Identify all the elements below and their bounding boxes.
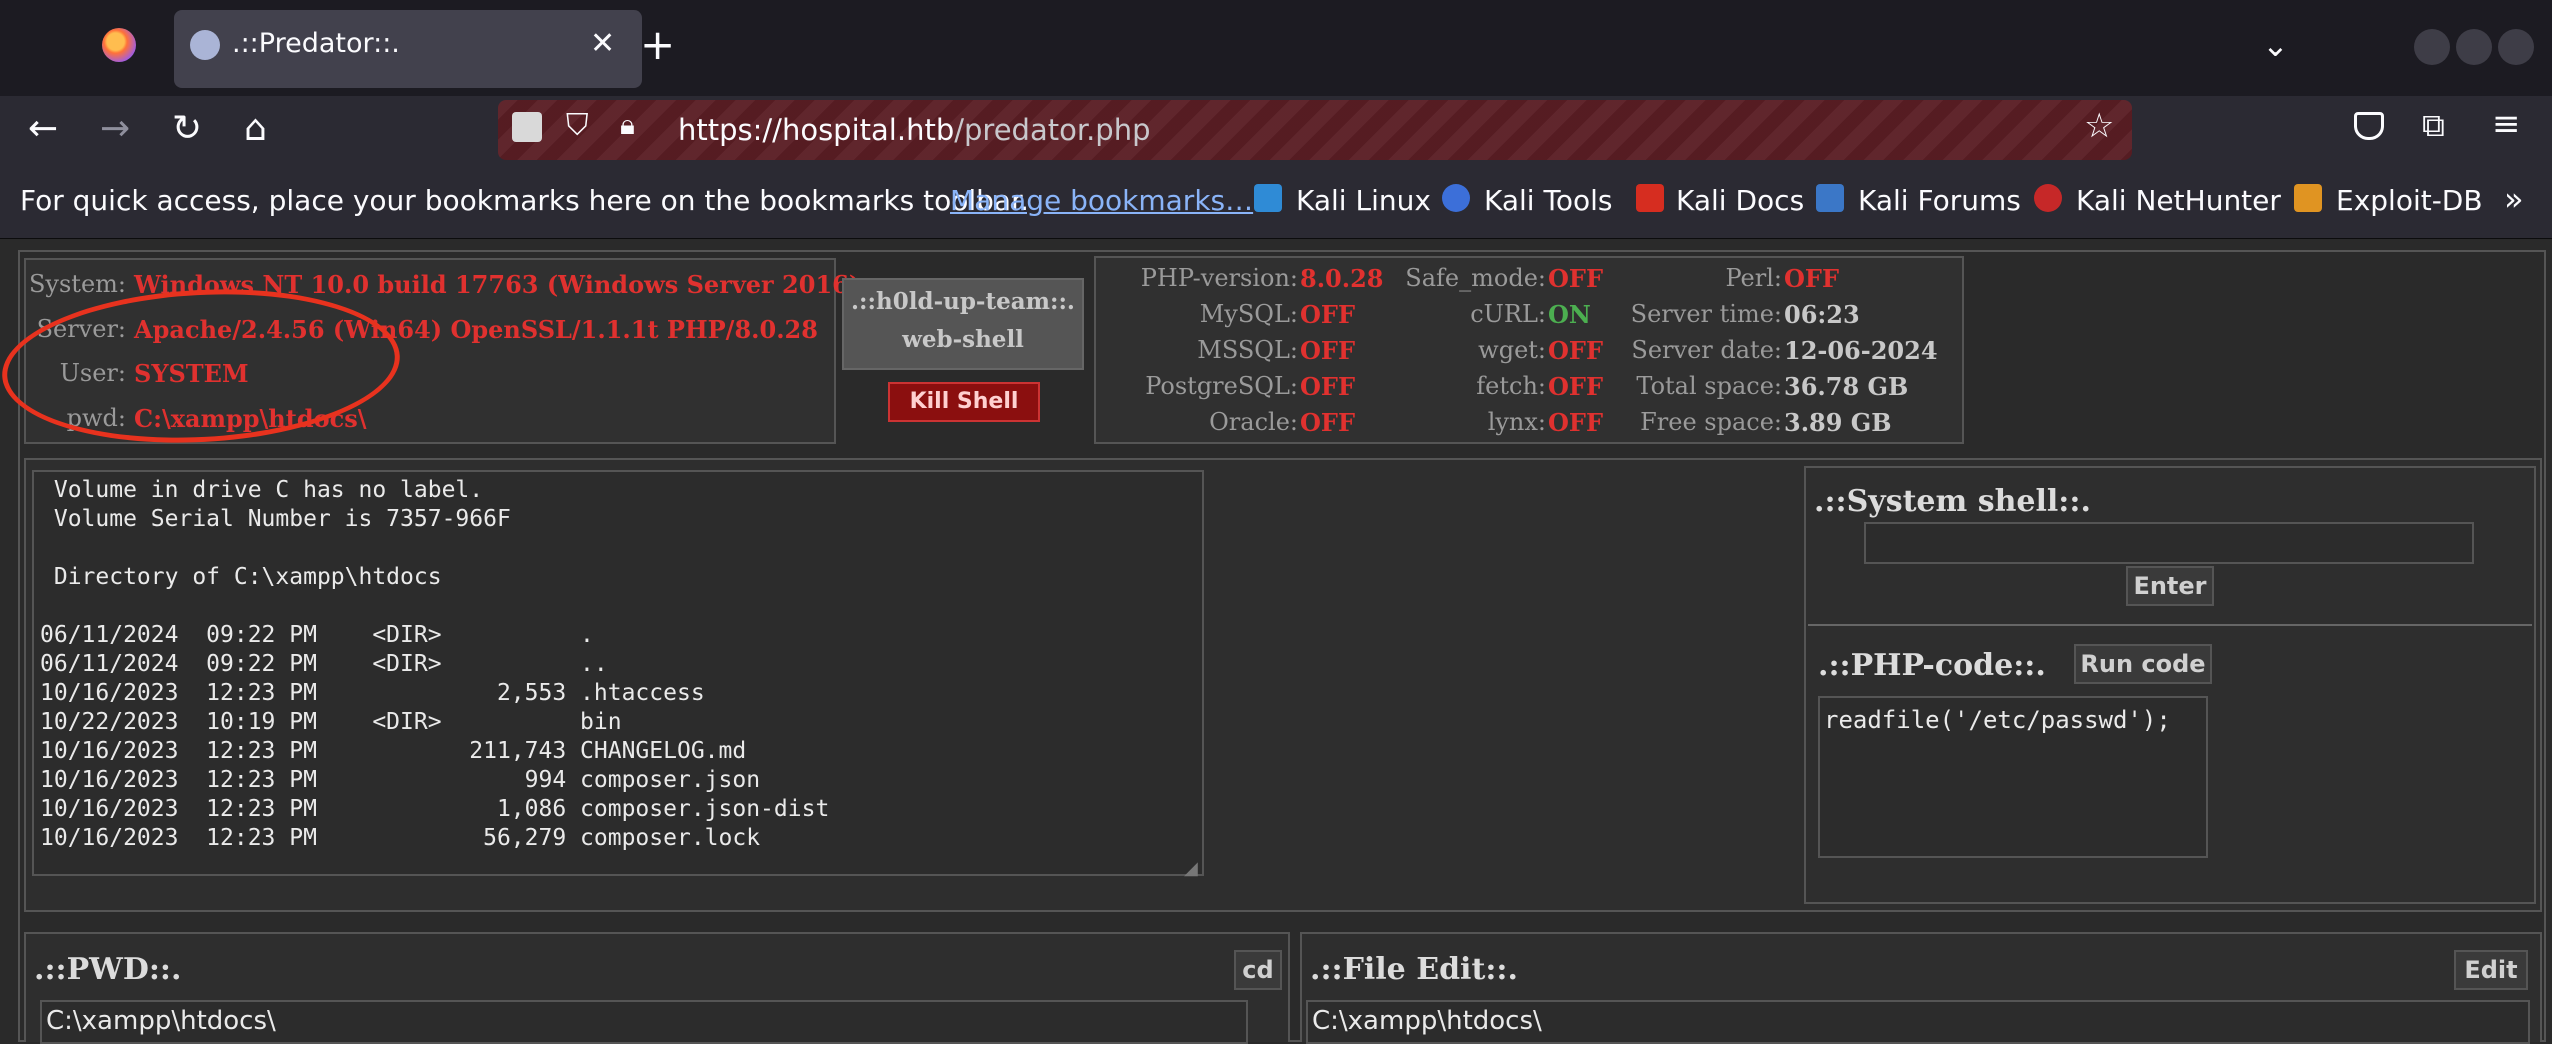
pocket-icon[interactable] — [2354, 112, 2384, 140]
bookmark-kali-docs[interactable]: Kali Docs — [1676, 184, 1804, 217]
mssql-label: MSSQL: — [1197, 336, 1298, 364]
php-code-title: .::PHP-code::. — [1818, 648, 2046, 683]
pwd-input[interactable]: C:\xampp\htdocs\ — [40, 1000, 1248, 1044]
bookmark-kali-nethunter[interactable]: Kali NetHunter — [2076, 184, 2281, 217]
reload-icon[interactable]: ↻ — [172, 108, 202, 149]
enter-button[interactable]: Enter — [2126, 566, 2214, 606]
output-textarea[interactable]: Volume in drive C has no label. Volume S… — [32, 470, 1204, 876]
maximize-button[interactable] — [2456, 29, 2492, 65]
system-shell-title: .::System shell::. — [1814, 484, 2091, 519]
mysql-label: MySQL: — [1199, 300, 1298, 328]
perl-value: OFF — [1784, 264, 1839, 293]
fetch-value: OFF — [1548, 372, 1603, 401]
server-date-value: 12-06-2024 — [1784, 336, 1938, 365]
postgresql-value: OFF — [1300, 372, 1355, 401]
free-space-label: Free space: — [1640, 408, 1782, 436]
oracle-label: Oracle: — [1209, 408, 1298, 436]
system-label: System: — [28, 270, 126, 298]
pwd-panel-title: .::PWD::. — [34, 952, 182, 987]
server-time-label: Server time: — [1630, 300, 1782, 328]
kali-linux-icon — [1254, 184, 1282, 212]
manage-bookmarks-link[interactable]: Manage bookmarks… — [950, 184, 1253, 217]
total-space-label: Total space: — [1636, 372, 1782, 400]
chevron-down-icon[interactable]: ⌄ — [2262, 26, 2289, 64]
php-version-label: PHP-version: — [1140, 264, 1298, 292]
bookmark-star-icon[interactable]: ☆ — [2084, 106, 2114, 146]
forward-icon[interactable]: → — [100, 108, 130, 149]
bookmark-kali-linux[interactable]: Kali Linux — [1296, 184, 1431, 217]
minimize-button[interactable] — [2414, 29, 2450, 65]
output-text: Volume in drive C has no label. Volume S… — [40, 477, 830, 851]
menu-icon[interactable]: ≡ — [2492, 104, 2521, 144]
kali-forums-icon — [1816, 184, 1844, 212]
perl-label: Perl: — [1725, 264, 1782, 292]
edit-button[interactable]: Edit — [2454, 950, 2528, 990]
back-icon[interactable]: ← — [28, 108, 58, 149]
shield-icon[interactable]: ⛉ — [566, 108, 589, 143]
firefox-menu-icon[interactable] — [102, 28, 136, 62]
kali-tools-icon — [1442, 184, 1470, 212]
file-edit-title: .::File Edit::. — [1310, 952, 1518, 987]
tab-favicon-icon — [190, 30, 220, 60]
cd-button[interactable]: cd — [1234, 950, 1282, 990]
extensions-icon[interactable]: ⧉ — [2422, 106, 2445, 145]
bookmark-kali-tools[interactable]: Kali Tools — [1484, 184, 1612, 217]
close-tab-icon[interactable]: ✕ — [590, 26, 615, 61]
robot-icon — [512, 112, 542, 142]
kali-nethunter-icon — [2034, 184, 2062, 212]
bookmarks-hint: For quick access, place your bookmarks h… — [20, 184, 1029, 217]
system-shell-input[interactable] — [1864, 522, 2474, 564]
curl-label: cURL: — [1470, 300, 1546, 328]
wget-value: OFF — [1548, 336, 1603, 365]
bookmark-exploit-db[interactable]: Exploit-DB — [2336, 184, 2483, 217]
server-date-label: Server date: — [1631, 336, 1782, 364]
brand-line1: .::h0ld-up-team::. — [851, 288, 1075, 315]
exploit-db-icon — [2294, 184, 2322, 212]
file-edit-input[interactable]: C:\xampp\htdocs\ — [1306, 1000, 2530, 1044]
safe-mode-value: OFF — [1548, 264, 1603, 293]
kali-docs-icon — [1636, 184, 1664, 212]
new-tab-button[interactable]: + — [640, 20, 675, 69]
more-bookmarks-icon[interactable]: » — [2504, 180, 2524, 218]
run-code-button[interactable]: Run code — [2074, 644, 2212, 684]
fetch-label: fetch: — [1476, 372, 1546, 400]
total-space-value: 36.78 GB — [1784, 372, 1909, 401]
close-window-button[interactable] — [2498, 29, 2534, 65]
php-version-value: 8.0.28 — [1300, 264, 1384, 293]
resize-grip-icon[interactable]: ◢ — [1184, 858, 1198, 879]
shell-divider — [1808, 624, 2532, 626]
curl-value: ON — [1548, 300, 1591, 329]
brand-line2: web-shell — [902, 326, 1024, 353]
server-time-value: 06:23 — [1784, 300, 1860, 329]
oracle-value: OFF — [1300, 408, 1355, 437]
tab-title: .::Predator::. — [232, 28, 400, 59]
mssql-value: OFF — [1300, 336, 1355, 365]
lynx-label: lynx: — [1487, 408, 1546, 436]
safe-mode-label: Safe_mode: — [1405, 264, 1546, 292]
php-code-textarea[interactable]: readfile('/etc/passwd'); — [1818, 696, 2208, 858]
lock-icon[interactable]: 🔒︎ — [620, 108, 635, 142]
mysql-value: OFF — [1300, 300, 1355, 329]
free-space-value: 3.89 GB — [1784, 408, 1892, 437]
wget-label: wget: — [1478, 336, 1546, 364]
postgresql-label: PostgreSQL: — [1145, 372, 1298, 400]
lynx-value: OFF — [1548, 408, 1603, 437]
php-code-text: readfile('/etc/passwd'); — [1824, 706, 2171, 734]
kill-shell-button[interactable]: Kill Shell — [888, 382, 1040, 422]
home-icon[interactable]: ⌂ — [244, 108, 267, 149]
url-text[interactable]: https://hospital.htb/predator.php — [678, 113, 1151, 147]
bookmark-kali-forums[interactable]: Kali Forums — [1858, 184, 2021, 217]
